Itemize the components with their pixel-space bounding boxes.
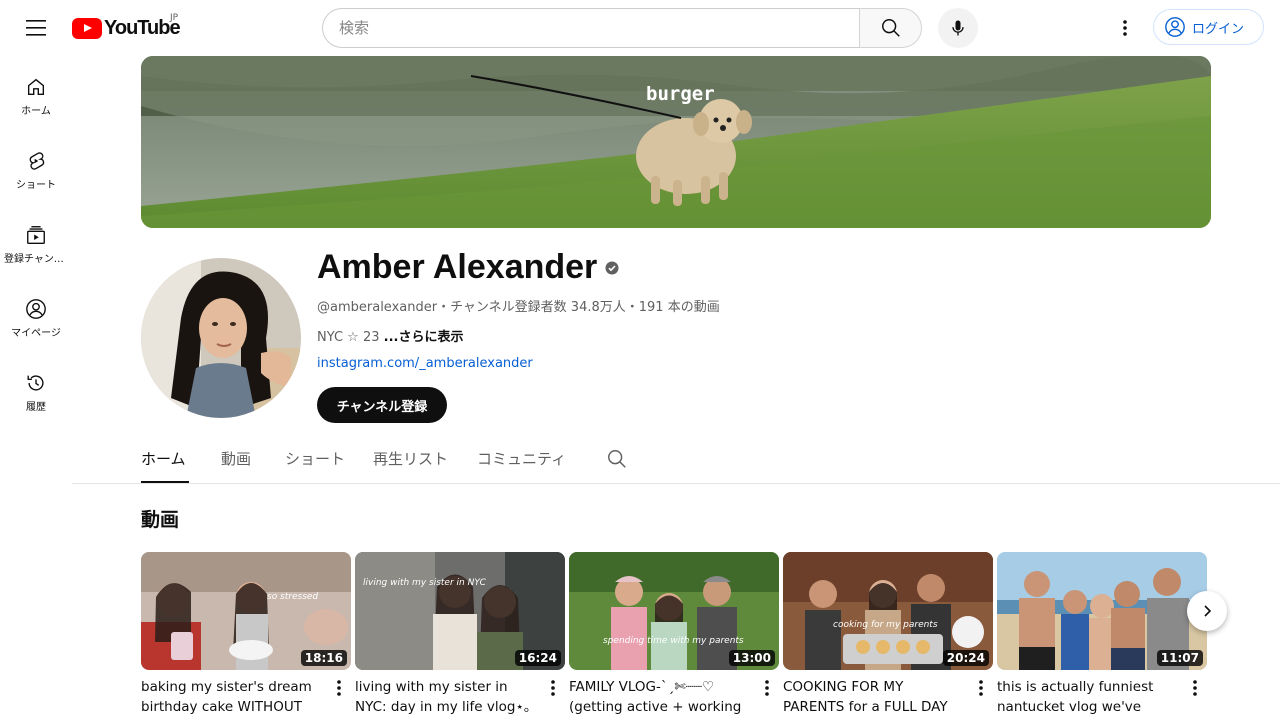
banner-caption: burger	[646, 83, 715, 105]
voice-search-button[interactable]	[938, 8, 978, 48]
history-icon	[27, 375, 44, 391]
account-icon	[1165, 17, 1185, 37]
tab-home[interactable]: ホーム	[141, 448, 189, 483]
sidebar-item-home[interactable]: ホーム	[4, 56, 68, 130]
video-card[interactable]: cooking for my parents 20:24 COOKING FOR…	[783, 552, 993, 717]
more-vert-icon	[765, 680, 769, 696]
sidebar-item-history[interactable]: 履歴	[4, 352, 68, 426]
verified-badge-icon	[605, 261, 619, 274]
video-title[interactable]: COOKING FOR MY PARENTS for a FULL DAY 🍓🍒…	[783, 677, 963, 717]
home-icon	[27, 78, 45, 96]
shorts-icon	[29, 152, 45, 170]
sidebar-item-subscriptions[interactable]: 登録チャンネル	[4, 204, 68, 278]
more-vert-icon	[551, 680, 555, 696]
more-vert-icon	[1123, 20, 1127, 36]
menu-button[interactable]	[16, 8, 56, 48]
video-thumbnail[interactable]: 11:07	[997, 552, 1207, 670]
sidebar-item-label: 登録チャンネル	[4, 254, 68, 265]
sidebar-item-label: マイページ	[11, 328, 61, 339]
login-button[interactable]: ログイン	[1153, 9, 1264, 45]
sidebar-item-label: 履歴	[26, 402, 46, 413]
video-card[interactable]: spending time with my parents 13:00 FAMI…	[569, 552, 779, 717]
video-menu-button[interactable]	[1187, 676, 1203, 700]
video-card[interactable]: living with my sister in NYC 16:24 livin…	[355, 552, 565, 717]
search-icon	[608, 450, 626, 468]
tab-shorts[interactable]: ショート	[285, 448, 345, 483]
settings-menu-button[interactable]	[1105, 8, 1145, 48]
youtube-logo[interactable]: YouTube JP	[72, 13, 181, 40]
search-icon	[881, 19, 900, 37]
video-thumbnail[interactable]: living with my sister in NYC 16:24	[355, 552, 565, 670]
video-title[interactable]: FAMILY VLOG-ˋˏ✄┈┈♡ (getting active + wor…	[569, 677, 749, 717]
region-code: JP	[170, 13, 179, 23]
masthead: YouTube JP ログイン	[0, 0, 1280, 56]
thumbnail-caption: spending time with my parents	[603, 636, 744, 646]
subscribe-button[interactable]: チャンネル登録	[317, 387, 447, 423]
sidebar-item-label: ホーム	[21, 106, 51, 117]
tab-playlists[interactable]: 再生リスト	[373, 448, 448, 483]
section-title: 動画	[141, 509, 180, 531]
video-title[interactable]: this is actually funniest nantucket vlog…	[997, 677, 1177, 717]
video-duration: 20:24	[942, 650, 989, 666]
video-menu-button[interactable]	[545, 676, 561, 700]
thumbnail-caption: so stressed	[267, 592, 319, 602]
more-vert-icon	[337, 680, 341, 696]
channel-name: Amber Alexander	[317, 248, 619, 287]
youtube-play-icon	[72, 17, 102, 39]
profile-icon	[26, 299, 46, 319]
sidebar-item-you[interactable]: マイページ	[4, 278, 68, 352]
video-card[interactable]: 11:07 this is actually funniest nantucke…	[997, 552, 1207, 717]
channel-meta: @amberalexander・チャンネル登録者数 34.8万人・191 本の動…	[317, 300, 720, 315]
microphone-icon	[952, 20, 964, 36]
video-menu-button[interactable]	[759, 676, 775, 700]
video-duration: 18:16	[300, 650, 347, 666]
channel-tabs: ホーム 動画 ショート 再生リスト コミュニティ	[72, 436, 1280, 484]
video-thumbnail[interactable]: cooking for my parents 20:24	[783, 552, 993, 670]
channel-banner: burger	[141, 56, 1211, 228]
more-vert-icon	[1193, 680, 1197, 696]
video-card[interactable]: so stressed 18:16 baking my sister's dre…	[141, 552, 351, 717]
channel-description[interactable]: NYC ☆ 23 ...さらに表示	[317, 326, 463, 345]
channel-avatar[interactable]	[141, 258, 301, 418]
video-thumbnail[interactable]: so stressed 18:16	[141, 552, 351, 670]
video-title[interactable]: living with my sister in NYC: day in my …	[355, 677, 535, 717]
show-more-link[interactable]: ...さらに表示	[384, 330, 464, 345]
video-duration: 11:07	[1156, 650, 1203, 666]
sidebar-item-shorts[interactable]: ショート	[4, 130, 68, 204]
more-vert-icon	[979, 680, 983, 696]
tab-videos[interactable]: 動画	[221, 448, 251, 483]
channel-link[interactable]: instagram.com/_amberalexander	[317, 356, 533, 371]
thumbnail-caption: living with my sister in NYC	[363, 578, 486, 588]
video-duration: 13:00	[728, 650, 775, 666]
video-title[interactable]: baking my sister's dream birthday cake W…	[141, 677, 321, 717]
thumbnail-caption: cooking for my parents	[833, 620, 938, 630]
channel-name-text: Amber Alexander	[317, 248, 598, 286]
video-duration: 16:24	[514, 650, 561, 666]
search-button[interactable]	[859, 8, 922, 48]
video-menu-button[interactable]	[331, 676, 347, 700]
chevron-right-icon	[1204, 605, 1212, 617]
banner-image: burger	[141, 56, 1211, 228]
video-menu-button[interactable]	[973, 676, 989, 700]
logo-text: YouTube	[104, 16, 181, 39]
tab-community[interactable]: コミュニティ	[477, 448, 566, 483]
login-label: ログイン	[1192, 21, 1245, 37]
search-input[interactable]	[322, 8, 859, 48]
hamburger-icon	[26, 20, 46, 36]
video-thumbnail[interactable]: spending time with my parents 13:00	[569, 552, 779, 670]
next-arrow-button[interactable]	[1187, 591, 1227, 631]
subscriptions-icon	[27, 226, 45, 244]
mini-guide: ホーム ショート 登録チャンネル マイページ 履歴	[0, 56, 72, 426]
search-bar	[322, 8, 922, 48]
avatar-image	[141, 258, 301, 418]
sidebar-item-label: ショート	[16, 180, 56, 191]
channel-search-button[interactable]	[606, 448, 628, 474]
channel-description-text: NYC ☆ 23	[317, 330, 384, 345]
